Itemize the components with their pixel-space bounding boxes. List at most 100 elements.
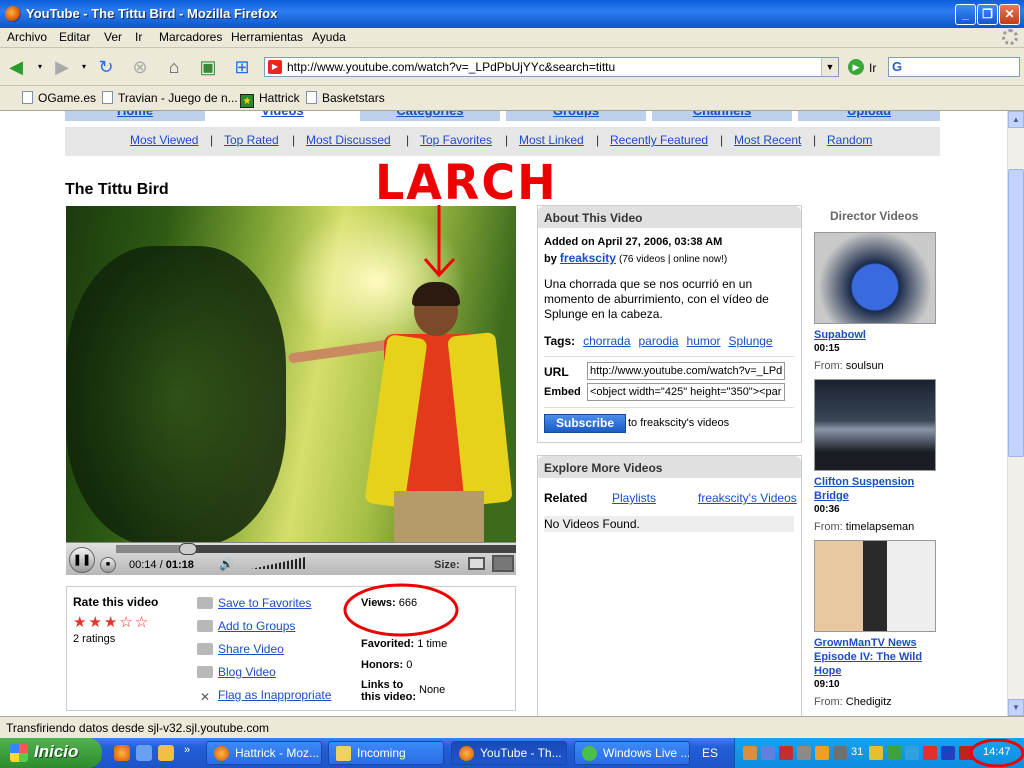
new-tab-icon[interactable]: ▣: [196, 55, 220, 79]
size-fullscreen-button[interactable]: [492, 555, 514, 572]
tray-icon[interactable]: [869, 746, 883, 760]
minimize-button[interactable]: _: [955, 4, 976, 25]
tag-link[interactable]: humor: [687, 334, 721, 348]
blog-video-link[interactable]: Blog Video: [197, 665, 276, 679]
home-icon[interactable]: ⌂: [162, 55, 186, 79]
tab-playlists[interactable]: Playlists: [612, 491, 656, 505]
subnav-random[interactable]: Random: [827, 133, 872, 147]
subnav-most-discussed[interactable]: Most Discussed: [306, 133, 391, 147]
video-thumbnail[interactable]: [814, 232, 936, 324]
back-arrow-icon[interactable]: ◀: [4, 55, 28, 79]
tab-home[interactable]: Home: [65, 111, 205, 121]
director-video-item[interactable]: Clifton Suspension Bridge 00:36 From: ti…: [814, 379, 939, 535]
rating-stars[interactable]: ★★★☆☆: [73, 613, 150, 631]
tab-upload[interactable]: Upload: [798, 111, 940, 121]
reload-icon[interactable]: ↻: [94, 55, 118, 79]
maximize-button[interactable]: ❐: [977, 4, 998, 25]
bookmark-travian[interactable]: Travian - Juego de n...: [102, 91, 238, 105]
progress-knob[interactable]: [179, 543, 197, 555]
tab-channels[interactable]: Channels: [652, 111, 792, 121]
task-windows-live[interactable]: Windows Live ...: [574, 741, 690, 765]
quicklaunch-more-icon[interactable]: »: [184, 744, 190, 756]
tray-icon[interactable]: [797, 746, 811, 760]
tab-categories[interactable]: Categories: [360, 111, 500, 121]
tray-icon[interactable]: [815, 746, 829, 760]
tray-icon[interactable]: [905, 746, 919, 760]
tab-related[interactable]: Related: [544, 491, 587, 505]
save-to-favorites-link[interactable]: Save to Favorites: [197, 596, 311, 610]
menu-herramientas[interactable]: Herramientas: [231, 30, 303, 44]
close-button[interactable]: ✕: [999, 4, 1020, 25]
volume-slider[interactable]: [251, 557, 305, 569]
stop-icon[interactable]: ⊗: [128, 55, 152, 79]
tray-icon[interactable]: [923, 746, 937, 760]
scroll-thumb[interactable]: [1008, 169, 1024, 457]
tray-icon[interactable]: [779, 746, 793, 760]
flag-inappropriate-link[interactable]: ✕ Flag as Inappropriate: [197, 688, 331, 703]
subscribe-button[interactable]: Subscribe: [544, 414, 626, 433]
video-title-link[interactable]: GrownManTV News Episode IV: The Wild Hop…: [814, 636, 939, 678]
go-arrow-icon[interactable]: ▶: [848, 59, 864, 75]
bookmark-basketstars[interactable]: Basketstars: [306, 91, 385, 105]
scroll-down-icon[interactable]: ▼: [1008, 699, 1024, 716]
tray-icon[interactable]: [743, 746, 757, 760]
url-field[interactable]: [587, 362, 785, 380]
subnav-top-favorites[interactable]: Top Favorites: [420, 133, 492, 147]
back-dropdown-icon[interactable]: ▾: [36, 55, 44, 79]
menu-editar[interactable]: Editar: [59, 30, 90, 44]
ie-quicklaunch-icon[interactable]: [136, 745, 152, 761]
tray-icon[interactable]: [833, 746, 847, 760]
tag-link[interactable]: parodia: [639, 334, 679, 348]
menu-ver[interactable]: Ver: [104, 30, 122, 44]
language-indicator[interactable]: ES: [702, 746, 718, 760]
forward-dropdown-icon[interactable]: ▾: [80, 55, 88, 79]
subnav-most-viewed[interactable]: Most Viewed: [130, 133, 198, 147]
stop-button[interactable]: ■: [100, 557, 116, 573]
tag-link[interactable]: Splunge: [729, 334, 773, 348]
subnav-recently-featured[interactable]: Recently Featured: [610, 133, 708, 147]
share-video-link[interactable]: Share Video: [197, 642, 284, 656]
quicklaunch-icon[interactable]: [158, 745, 174, 761]
pause-button[interactable]: ❚❚: [69, 547, 95, 573]
menu-ayuda[interactable]: Ayuda: [312, 30, 346, 44]
firefox-quicklaunch-icon[interactable]: [114, 745, 130, 761]
add-to-groups-link[interactable]: Add to Groups: [197, 619, 295, 633]
subnav-top-rated[interactable]: Top Rated: [224, 133, 279, 147]
url-dropdown-icon[interactable]: ▼: [821, 58, 838, 76]
tab-groups[interactable]: Groups: [506, 111, 646, 121]
tray-icon[interactable]: [941, 746, 955, 760]
url-bar[interactable]: ▶ http://www.youtube.com/watch?v=_LPdPbU…: [264, 57, 839, 77]
bookmark-add-icon[interactable]: ⊞: [230, 55, 254, 79]
video-title-link[interactable]: Supabowl: [814, 328, 939, 342]
start-button[interactable]: Inicio: [0, 738, 102, 768]
tab-videos[interactable]: Videos: [211, 111, 354, 121]
forward-arrow-icon[interactable]: ▶: [50, 55, 74, 79]
scroll-up-icon[interactable]: ▲: [1008, 111, 1024, 128]
bookmark-ogame[interactable]: OGame.es: [22, 91, 96, 105]
tag-link[interactable]: chorrada: [583, 334, 630, 348]
search-input[interactable]: G: [888, 57, 1020, 77]
volume-icon[interactable]: 🔊: [219, 557, 234, 571]
page-scrollbar[interactable]: ▲ ▼: [1007, 111, 1024, 716]
tray-icon[interactable]: [887, 746, 901, 760]
embed-field[interactable]: [587, 383, 785, 401]
subnav-most-linked[interactable]: Most Linked: [519, 133, 584, 147]
video-title-link[interactable]: Clifton Suspension Bridge: [814, 475, 939, 503]
director-video-item[interactable]: Supabowl 00:15 From: soulsun: [814, 232, 939, 374]
task-youtube[interactable]: YouTube - Th...: [451, 741, 567, 765]
go-button[interactable]: Ir: [869, 61, 876, 75]
menu-ir[interactable]: Ir: [135, 30, 142, 44]
video-thumbnail[interactable]: [814, 379, 936, 471]
task-incoming[interactable]: Incoming: [328, 741, 444, 765]
tab-user-videos[interactable]: freakscity's Videos: [698, 491, 797, 505]
video-thumbnail[interactable]: [814, 540, 936, 632]
task-hattrick[interactable]: Hattrick - Moz...: [206, 741, 322, 765]
size-normal-button[interactable]: [468, 557, 485, 570]
tray-icon[interactable]: [761, 746, 775, 760]
director-video-item[interactable]: GrownManTV News Episode IV: The Wild Hop…: [814, 540, 939, 710]
uploader-link[interactable]: freakscity: [560, 251, 616, 265]
menu-archivo[interactable]: Archivo: [7, 30, 47, 44]
menu-marcadores[interactable]: Marcadores: [159, 30, 222, 44]
bookmark-hattrick[interactable]: ★ Hattrick: [240, 91, 300, 108]
subnav-most-recent[interactable]: Most Recent: [734, 133, 801, 147]
